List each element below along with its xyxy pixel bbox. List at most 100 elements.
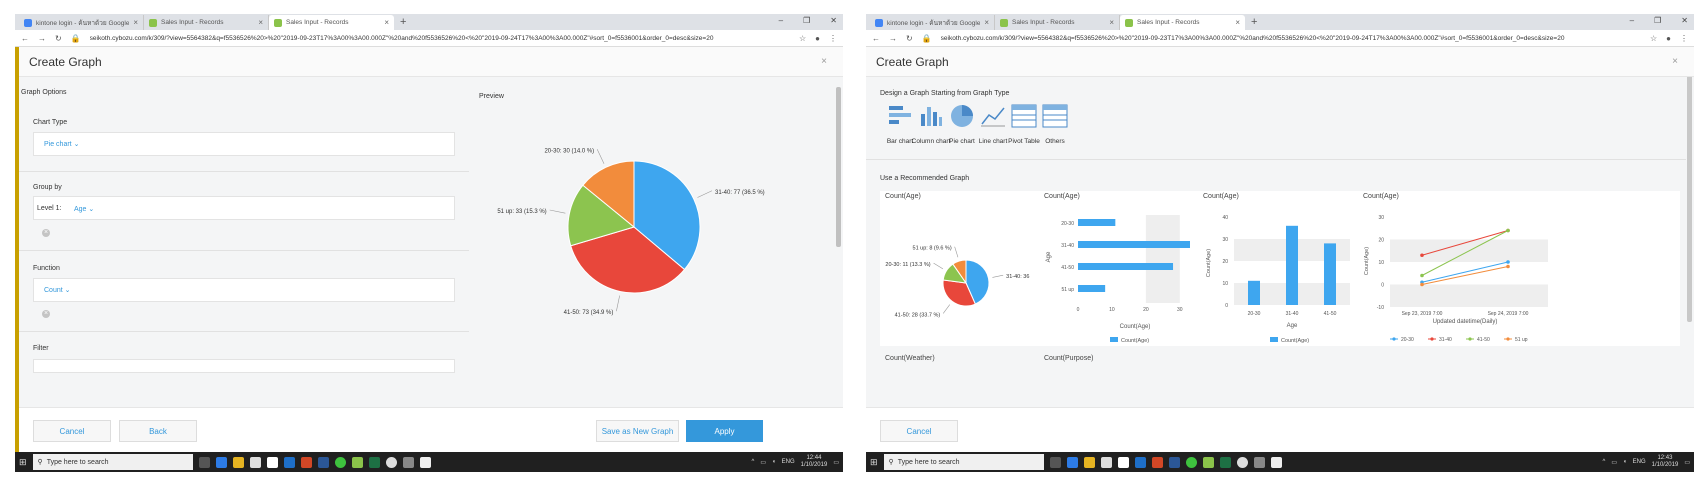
recommended-column-chart[interactable]: 40 30 20 10 0 20-30 31-40 41-50 Count(Age) Age Cou… (1200, 205, 1360, 345)
scrollbar[interactable] (836, 87, 841, 247)
close-icon[interactable]: × (258, 18, 263, 27)
chrome-icon[interactable] (1236, 456, 1248, 468)
scrollbar[interactable] (1687, 77, 1692, 322)
remove-function-icon[interactable]: × (42, 310, 50, 318)
tick-label: 10 (1222, 281, 1228, 287)
browser-tab[interactable]: kintone login - ค้นหาด้วย Google × (870, 15, 995, 30)
word-icon[interactable] (317, 456, 329, 468)
forward-arrow-icon[interactable]: → (38, 34, 46, 43)
store-icon[interactable] (249, 456, 261, 468)
url-field[interactable]: seikoth.cybozu.com/k/309/?view=5564382&q… (941, 35, 1641, 42)
outlook-icon[interactable] (1134, 456, 1146, 468)
chart-type-dropdown[interactable]: Pie chart ⌄ (44, 140, 79, 148)
close-icon[interactable]: × (1672, 56, 1678, 67)
maximize-icon[interactable]: ❐ (803, 16, 810, 25)
close-icon[interactable]: × (384, 18, 389, 27)
save-as-new-graph-button[interactable]: Save as New Graph (596, 420, 679, 442)
new-tab-icon[interactable]: + (400, 16, 406, 28)
minimize-icon[interactable]: – (1630, 16, 1634, 25)
url-field[interactable]: seikoth.cybozu.com/k/309/?view=5564382&q… (90, 35, 790, 42)
file-explorer-icon[interactable] (1083, 456, 1095, 468)
maximize-icon[interactable]: ❐ (1654, 16, 1661, 25)
new-tab-icon[interactable]: + (1251, 16, 1257, 28)
star-icon[interactable]: ☆ (1650, 34, 1657, 43)
file-explorer-icon[interactable] (232, 456, 244, 468)
close-icon[interactable]: × (133, 18, 138, 27)
back-arrow-icon[interactable]: ← (872, 34, 880, 43)
function-dropdown[interactable]: Count ⌄ (44, 286, 71, 294)
recommended-line-chart[interactable]: 30 20 10 0 -10 Sep 23, 2019 7:00 Sep 24, 2019 … (1360, 205, 1560, 345)
notification-icon[interactable]: ▭ (833, 459, 839, 466)
kintone-app-icon[interactable] (1202, 456, 1214, 468)
close-icon[interactable]: × (1109, 18, 1114, 27)
chrome-icon[interactable] (385, 456, 397, 468)
language-indicator[interactable]: ENG (782, 459, 795, 465)
store-icon[interactable] (1100, 456, 1112, 468)
close-icon[interactable]: × (984, 18, 989, 27)
close-icon[interactable]: × (821, 56, 827, 67)
menu-icon[interactable]: ⋮ (829, 34, 837, 43)
browser-tab-active[interactable]: Sales Input - Records × (1120, 15, 1245, 30)
apply-button[interactable]: Apply (686, 420, 763, 442)
filter-box[interactable] (33, 359, 455, 373)
line-app-icon[interactable] (334, 456, 346, 468)
level-dropdown[interactable]: Age ⌄ (74, 205, 94, 213)
graph-type-others[interactable]: Others (1033, 104, 1077, 145)
taskbar-search[interactable]: ⚲ Type here to search (883, 454, 1044, 470)
powerpoint-icon[interactable] (1151, 456, 1163, 468)
excel-icon[interactable] (1219, 456, 1231, 468)
close-window-icon[interactable]: ✕ (830, 16, 837, 25)
excel-icon[interactable] (368, 456, 380, 468)
task-view-icon[interactable] (198, 456, 210, 468)
photos-icon[interactable] (419, 456, 431, 468)
windows-start-icon[interactable]: ⊞ (19, 457, 27, 468)
network-icon[interactable]: ▭ (760, 459, 766, 466)
browser-tab-active[interactable]: Sales Input - Records × (269, 15, 394, 30)
mail-icon[interactable] (1117, 456, 1129, 468)
chevron-up-icon[interactable]: ^ (1602, 459, 1605, 465)
line-app-icon[interactable] (1185, 456, 1197, 468)
taskbar-search[interactable]: ⚲ Type here to search (32, 454, 193, 470)
back-button[interactable]: Back (119, 420, 197, 442)
kintone-icon (274, 18, 282, 27)
volume-icon[interactable]: ◖ (772, 459, 776, 465)
recommended-pie-chart[interactable]: 31-40: 36 41-50: 28 (33.7 %) 20-30: 11 (13… (880, 205, 1040, 345)
browser-tab[interactable]: Sales Input - Records × (995, 15, 1120, 30)
word-icon[interactable] (1168, 456, 1180, 468)
app-icon[interactable] (1253, 456, 1265, 468)
star-icon[interactable]: ☆ (799, 34, 806, 43)
photos-icon[interactable] (1270, 456, 1282, 468)
mail-icon[interactable] (266, 456, 278, 468)
recommended-bar-chart[interactable]: 20-30 31-40 41-50 51 up 0 10 20 30 Age Count(Age)… (1040, 205, 1200, 345)
cancel-button[interactable]: Cancel (880, 420, 958, 442)
notification-icon[interactable]: ▭ (1684, 459, 1690, 466)
network-icon[interactable]: ▭ (1611, 459, 1617, 466)
task-view-icon[interactable] (1049, 456, 1061, 468)
minimize-icon[interactable]: – (779, 16, 783, 25)
browser-tab[interactable]: Sales Input - Records × (144, 15, 269, 30)
forward-arrow-icon[interactable]: → (889, 34, 897, 43)
cancel-button[interactable]: Cancel (33, 420, 111, 442)
windows-start-icon[interactable]: ⊞ (870, 457, 878, 468)
outlook-icon[interactable] (283, 456, 295, 468)
account-icon[interactable]: ● (815, 34, 820, 43)
reload-icon[interactable]: ↻ (906, 34, 913, 43)
edge-icon[interactable] (1066, 456, 1078, 468)
back-arrow-icon[interactable]: ← (21, 34, 29, 43)
menu-icon[interactable]: ⋮ (1680, 34, 1688, 43)
browser-tab[interactable]: kintone login - ค้นหาด้วย Google × (19, 15, 144, 30)
close-window-icon[interactable]: ✕ (1681, 16, 1688, 25)
edge-icon[interactable] (215, 456, 227, 468)
chevron-up-icon[interactable]: ^ (751, 459, 754, 465)
remove-level-icon[interactable]: × (42, 229, 50, 237)
clock[interactable]: 12:44 1/10/2019 (801, 455, 828, 469)
close-icon[interactable]: × (1235, 18, 1240, 27)
app-icon[interactable] (402, 456, 414, 468)
volume-icon[interactable]: ◖ (1623, 459, 1627, 465)
reload-icon[interactable]: ↻ (55, 34, 62, 43)
kintone-app-icon[interactable] (351, 456, 363, 468)
powerpoint-icon[interactable] (300, 456, 312, 468)
clock[interactable]: 12:43 1/10/2019 (1652, 455, 1679, 469)
account-icon[interactable]: ● (1666, 34, 1671, 43)
language-indicator[interactable]: ENG (1633, 459, 1646, 465)
